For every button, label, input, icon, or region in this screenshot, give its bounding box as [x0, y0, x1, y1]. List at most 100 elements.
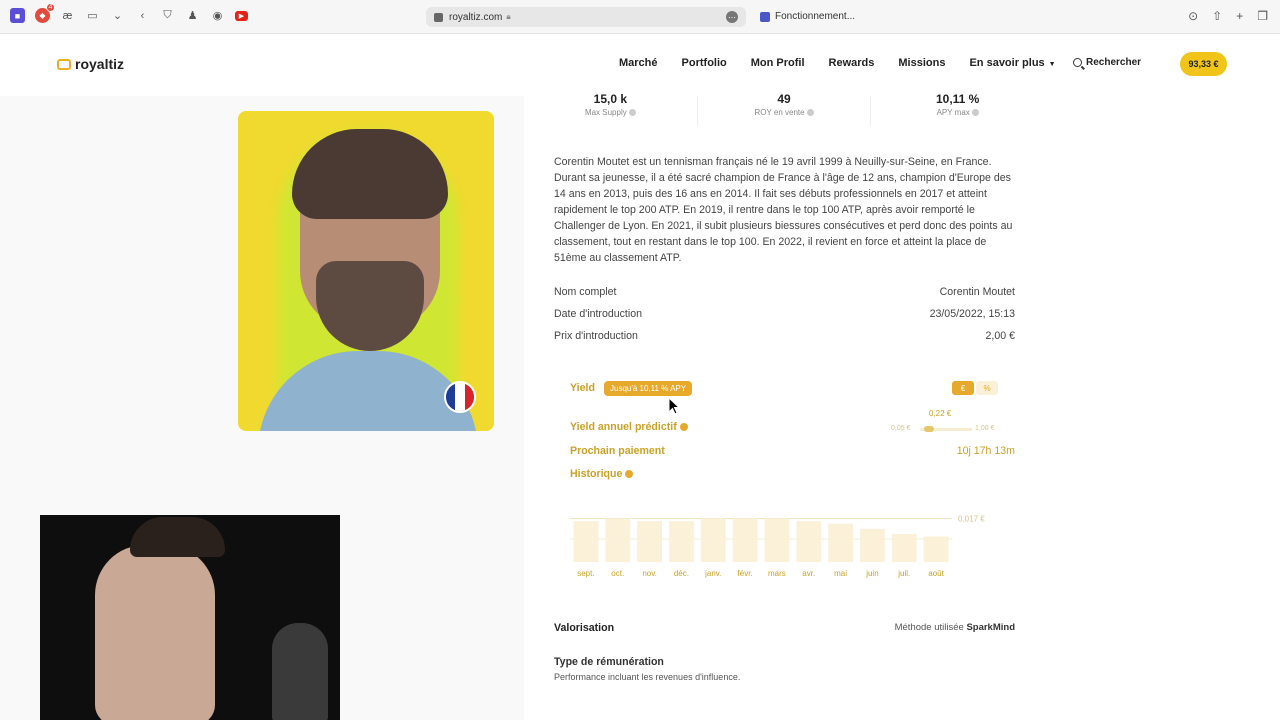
- x-tick-label: avr.: [802, 569, 815, 578]
- notification-badge: 4: [46, 3, 55, 12]
- search-label: Rechercher: [1086, 57, 1142, 68]
- x-tick-label: nov.: [642, 569, 657, 578]
- tab-favicon: [760, 11, 770, 22]
- extension-icon[interactable]: ■: [10, 8, 25, 23]
- remuneration-title: Type de rémunération: [554, 656, 664, 668]
- detail-row: Nom complet Corentin Moutet: [554, 286, 1015, 298]
- next-payment-label: Prochain paiement: [570, 445, 665, 457]
- apy-pill: Jusqu'à 10,11 % APY: [604, 381, 693, 396]
- webcam-overlay: [40, 515, 340, 720]
- tab-title: Fonctionnement...: [775, 11, 856, 22]
- stats-row: 15,0 k Max Supply 49 ROY en vente 10,11 …: [524, 92, 1044, 126]
- sidebar-icon[interactable]: ▭: [85, 8, 100, 23]
- x-tick-label: déc.: [674, 569, 689, 578]
- france-flag-icon: [444, 381, 476, 413]
- bar-avr.[interactable]: [796, 521, 822, 562]
- shield-icon[interactable]: ⛉: [160, 8, 175, 23]
- logo[interactable]: royaltiz: [57, 56, 124, 72]
- main-menu: Marché Portfolio Mon Profil Rewards Miss…: [619, 57, 1056, 69]
- info-icon[interactable]: [628, 109, 636, 117]
- toggle-percent[interactable]: %: [976, 381, 998, 395]
- url-text: royaltiz.com: [449, 11, 503, 23]
- download-icon[interactable]: ⊙: [1188, 9, 1198, 23]
- info-icon[interactable]: [679, 423, 688, 432]
- history-chart: 0,017 € sept. oct. nov. déc. janv. févr. mars av…: [564, 510, 1004, 586]
- slider-value: 0,22 €: [929, 409, 952, 418]
- detail-label: Nom complet: [554, 286, 617, 298]
- site-favicon: [434, 12, 443, 22]
- slider-min: 0,05 €: [891, 425, 911, 432]
- bar-janv.[interactable]: [700, 518, 726, 562]
- new-tab-icon[interactable]: +: [1236, 9, 1243, 23]
- logo-text: royaltiz: [75, 56, 125, 72]
- tabs-overview-icon[interactable]: ❐: [1257, 9, 1268, 23]
- valorisation-row: Valorisation Méthode utilisée SparkMind: [554, 622, 1015, 634]
- athlete-photo: [238, 111, 494, 431]
- bar-mars[interactable]: [764, 518, 790, 562]
- bar-juil.[interactable]: [891, 533, 917, 562]
- detail-value: 2,00 €: [985, 330, 1015, 342]
- bar-nov.[interactable]: [637, 521, 662, 562]
- stat-roy-en-vente: 49 ROY en vente: [696, 92, 871, 126]
- tab-second[interactable]: Fonctionnement...: [760, 11, 855, 22]
- bar-août[interactable]: [923, 536, 949, 562]
- nav-marche[interactable]: Marché: [619, 57, 658, 69]
- bar-déc.[interactable]: [669, 521, 694, 562]
- bar-févr.[interactable]: [732, 518, 758, 562]
- nav-missions[interactable]: Missions: [898, 57, 945, 69]
- browser-toolbar: ■ ◆ 4 æ ▭ ⌄ ‹ ⛉ ♟ ◉ ▶ royaltiz.com 🔒︎ ⋯ F…: [0, 0, 1280, 34]
- nav-portfolio[interactable]: Portfolio: [682, 57, 727, 69]
- detail-value: Corentin Moutet: [939, 286, 1015, 298]
- x-tick-label: janv.: [704, 569, 721, 578]
- unit-toggle: € %: [952, 381, 998, 395]
- nav-en-savoir-plus[interactable]: En savoir plus ▼: [969, 57, 1055, 69]
- detail-row: Date d'introduction 23/05/2022, 15:13: [554, 308, 1015, 320]
- history-label[interactable]: Historique: [570, 468, 634, 480]
- stat-apy-max: 10,11 % APY max: [870, 92, 1044, 126]
- microphone-icon: [272, 623, 328, 720]
- slider-max: 1,00 €: [975, 425, 995, 432]
- more-icon[interactable]: ⋯: [726, 11, 738, 23]
- notification-extension-icon[interactable]: ◆ 4: [35, 3, 55, 23]
- pawn-icon[interactable]: ♟: [185, 8, 200, 23]
- toggle-euro[interactable]: €: [952, 381, 974, 395]
- history-chart-svg: 0,017 € sept. oct. nov. déc. janv. févr. mars av…: [570, 515, 985, 578]
- bar-mai[interactable]: [828, 523, 853, 562]
- remuneration-subtitle: Performance incluant les revenues d'infl…: [554, 672, 741, 682]
- search-icon: [1073, 58, 1082, 67]
- yield-slider-handle[interactable]: [924, 426, 935, 432]
- lock-icon: 🔒︎: [506, 12, 511, 21]
- balance-button[interactable]: 93,33 €: [1180, 52, 1227, 76]
- chevron-down-icon[interactable]: ⌄: [110, 8, 125, 23]
- crown-icon: [57, 58, 71, 70]
- valorisation-method: Méthode utilisée SparkMind: [894, 622, 1015, 633]
- address-bar[interactable]: royaltiz.com 🔒︎ ⋯: [426, 7, 746, 27]
- athlete-bio: Corentin Moutet est un tennisman françai…: [554, 156, 1013, 264]
- x-tick-label: sept.: [577, 569, 594, 578]
- caret-down-icon: ▼: [1048, 61, 1056, 68]
- back-icon[interactable]: ‹: [135, 8, 150, 23]
- bar-sept.[interactable]: [573, 521, 599, 562]
- text-extension-icon[interactable]: æ: [60, 8, 75, 23]
- x-tick-label: mai: [834, 569, 847, 578]
- x-tick-label: août: [928, 569, 944, 578]
- detail-label: Date d'introduction: [554, 308, 643, 320]
- nav-mon-profil[interactable]: Mon Profil: [751, 57, 805, 69]
- password-icon[interactable]: ◉: [210, 8, 225, 23]
- info-icon[interactable]: [971, 109, 979, 117]
- reference-label: 0,017 €: [958, 515, 985, 524]
- nav-rewards[interactable]: Rewards: [829, 57, 875, 69]
- detail-label: Prix d'introduction: [554, 330, 638, 342]
- share-icon[interactable]: ⇧: [1212, 9, 1222, 23]
- info-icon[interactable]: [625, 470, 634, 479]
- youtube-icon[interactable]: ▶: [235, 10, 248, 21]
- bar-juin[interactable]: [860, 528, 885, 562]
- x-tick-label: juil.: [897, 569, 910, 578]
- nav-en-savoir-plus-label: En savoir plus: [969, 57, 1045, 69]
- info-icon[interactable]: [806, 109, 814, 117]
- bar-oct.[interactable]: [605, 518, 631, 562]
- x-tick-label: oct.: [611, 569, 624, 578]
- yield-label: Yield: [570, 382, 595, 394]
- site-header: royaltiz Marché Portfolio Mon Profil Rew…: [0, 34, 1280, 96]
- search-button[interactable]: Rechercher: [1073, 57, 1141, 68]
